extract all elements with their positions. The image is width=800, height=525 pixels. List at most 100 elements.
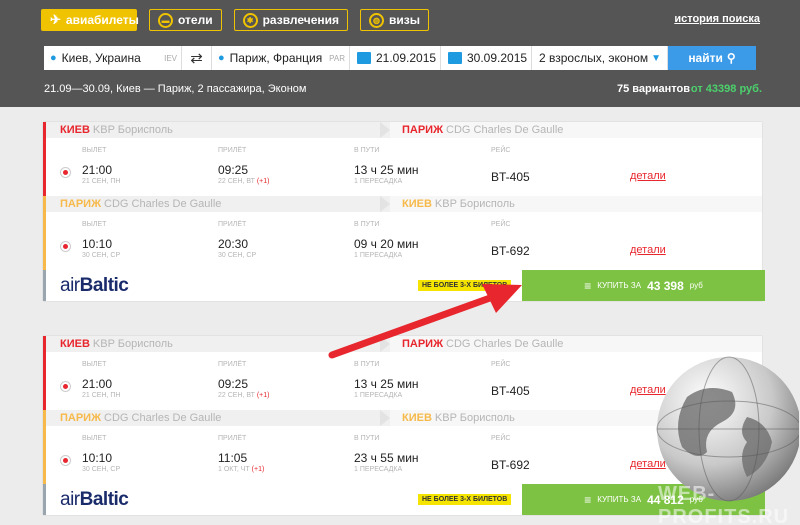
swap-arrows-icon: ⇄ [190, 50, 203, 67]
duration-label: в пути [354, 147, 380, 154]
search-icon: ⚲ [726, 51, 736, 65]
search-history-link[interactable]: история поиска [674, 13, 760, 25]
duration: 13 ч 25 мин [354, 163, 419, 177]
arrive-label: прилёт [218, 147, 247, 154]
arrive-time: 09:25 [218, 163, 249, 177]
buy-label: купить за [597, 495, 642, 504]
depart-time: 10:10 [82, 237, 113, 251]
duration-label: в пути [354, 361, 380, 368]
nav-hotels-label: отели [178, 13, 213, 27]
buy-button[interactable]: ≡ купить за 43 398 руб [522, 270, 765, 301]
variants-count: 75 вариантов [617, 83, 690, 95]
chevron-down-icon: ▼ [651, 52, 661, 64]
to-airport: KBP Борисполь [434, 412, 515, 424]
gear-icon: ✱ [242, 12, 258, 28]
location-pin-icon: ● [50, 52, 57, 64]
from-airport: KBP Борисполь [92, 338, 173, 350]
nav-fun[interactable]: ✱ развлечения [233, 9, 349, 31]
cart-icon: ≡ [584, 492, 592, 507]
nav-fun-label: развлечения [262, 13, 340, 27]
origin-field[interactable]: ● Киев, Украина IEV [44, 46, 182, 70]
to-city: КИЕВ [402, 412, 432, 424]
airline-logo: airBaltic [60, 275, 129, 296]
flight-radio[interactable] [60, 241, 71, 252]
segment-route: КИЕВ KBP Борисполь ПАРИЖ CDG Charles De Ga… [46, 122, 762, 138]
search-header: ✈ авиабилеты ▬ отели ✱ развлечения ◍ виз… [0, 0, 800, 107]
duration: 13 ч 25 мин [354, 377, 419, 391]
flight-number: BT-692 [491, 458, 530, 472]
bed-icon: ▬ [158, 12, 173, 28]
buy-price: 43 398 [647, 278, 684, 293]
from-city: ПАРИЖ [60, 198, 102, 210]
flight-number: BT-692 [491, 244, 530, 258]
destination-field[interactable]: ● Париж, Франция PAR [212, 46, 350, 70]
depart-date: 21 СЕН, ПН [82, 178, 121, 185]
depart-label: вылет [82, 147, 107, 154]
flight-radio[interactable] [60, 167, 71, 178]
plane-icon: ✈ [50, 12, 61, 27]
passengers-value: 2 взрослых, эконом [539, 51, 649, 65]
depart-date: 21 СЕН, ПН [82, 392, 121, 399]
nav-visas-label: визы [389, 13, 421, 27]
arrive-date: 22 СЕН, ВТ [218, 178, 255, 185]
from-airport: KBP Борисполь [92, 124, 173, 136]
depart-date: 30 СЕН, СР [82, 466, 121, 473]
to-airport: CDG Charles De Gaulle [446, 124, 564, 136]
arrive-date: 30 СЕН, СР [218, 252, 257, 259]
depart-label: вылет [82, 361, 107, 368]
ticket-limit-badge: НЕ БОЛЕЕ 3-Х БИЛЕТОВ [418, 494, 512, 505]
search-form: ● Киев, Украина IEV ⇄ ● Париж, Франция P… [44, 46, 756, 70]
passengers-select[interactable]: 2 взрослых, эконом ▼ [532, 46, 668, 70]
duration-label: в пути [354, 435, 380, 442]
nav-flights[interactable]: ✈ авиабилеты [41, 9, 139, 31]
stops: 1 ПЕРЕСАДКА [354, 178, 403, 185]
origin-code: IEV [164, 53, 177, 63]
arrive-label: прилёт [218, 435, 247, 442]
depart-date: 30 СЕН, СР [82, 252, 121, 259]
arrive-date-wrap: 1 ОКТ, ЧТ (+1) [218, 466, 264, 473]
return-segment: ПАРИЖ CDG Charles De Gaulle КИЕВ KBP Борис… [43, 196, 762, 270]
details-link[interactable]: детали [630, 244, 666, 256]
arrive-date: 22 СЕН, ВТ [218, 392, 255, 399]
duration-label: в пути [354, 221, 380, 228]
flight-radio[interactable] [60, 455, 71, 466]
to-airport: KBP Борисполь [434, 198, 515, 210]
find-button[interactable]: найти ⚲ [668, 46, 756, 70]
stops: 1 ПЕРЕСАДКА [354, 392, 403, 399]
calendar-icon [357, 52, 371, 64]
flight-label: рейс [491, 147, 511, 154]
arrive-label: прилёт [218, 221, 247, 228]
swap-button[interactable]: ⇄ [182, 46, 212, 70]
airline-logo: airBaltic [60, 489, 129, 510]
nav-visas[interactable]: ◍ визы [360, 9, 430, 31]
day-plus: (+1) [251, 466, 265, 473]
date-out-value: 21.09.2015 [376, 51, 437, 65]
flight-number: BT-405 [491, 170, 530, 184]
depart-label: вылет [82, 221, 107, 228]
arrive-time: 20:30 [218, 237, 249, 251]
segment-route: ПАРИЖ CDG Charles De Gaulle КИЕВ KBP Борис… [46, 196, 762, 212]
stops: 1 ПЕРЕСАДКА [354, 466, 403, 473]
buy-currency: руб [689, 281, 703, 290]
ticket-limit-badge: НЕ БОЛЕЕ 3-Х БИЛЕТОВ [418, 280, 512, 291]
details-link[interactable]: детали [630, 170, 666, 182]
arrive-date-wrap: 22 СЕН, ВТ (+1) [218, 392, 270, 399]
duration: 09 ч 20 мин [354, 237, 419, 251]
flight-label: рейс [491, 361, 511, 368]
to-city: ПАРИЖ [402, 124, 444, 136]
arrive-date: 1 ОКТ, ЧТ [218, 466, 250, 473]
from-city: ПАРИЖ [60, 412, 102, 424]
arrive-date-wrap: 22 СЕН, ВТ (+1) [218, 178, 270, 185]
date-back-field[interactable]: 30.09.2015 [441, 46, 532, 70]
watermark-text: WEB-PROFITS.RU [658, 483, 790, 525]
stops: 1 ПЕРЕСАДКА [354, 252, 403, 259]
arrive-time: 11:05 [218, 451, 248, 465]
depart-label: вылет [82, 435, 107, 442]
nav-hotels[interactable]: ▬ отели [149, 9, 222, 31]
date-out-field[interactable]: 21.09.2015 [350, 46, 441, 70]
flight-label: рейс [491, 221, 511, 228]
arrive-label: прилёт [218, 361, 247, 368]
from-city: КИЕВ [60, 338, 90, 350]
flight-radio[interactable] [60, 381, 71, 392]
flight-number: BT-405 [491, 384, 530, 398]
